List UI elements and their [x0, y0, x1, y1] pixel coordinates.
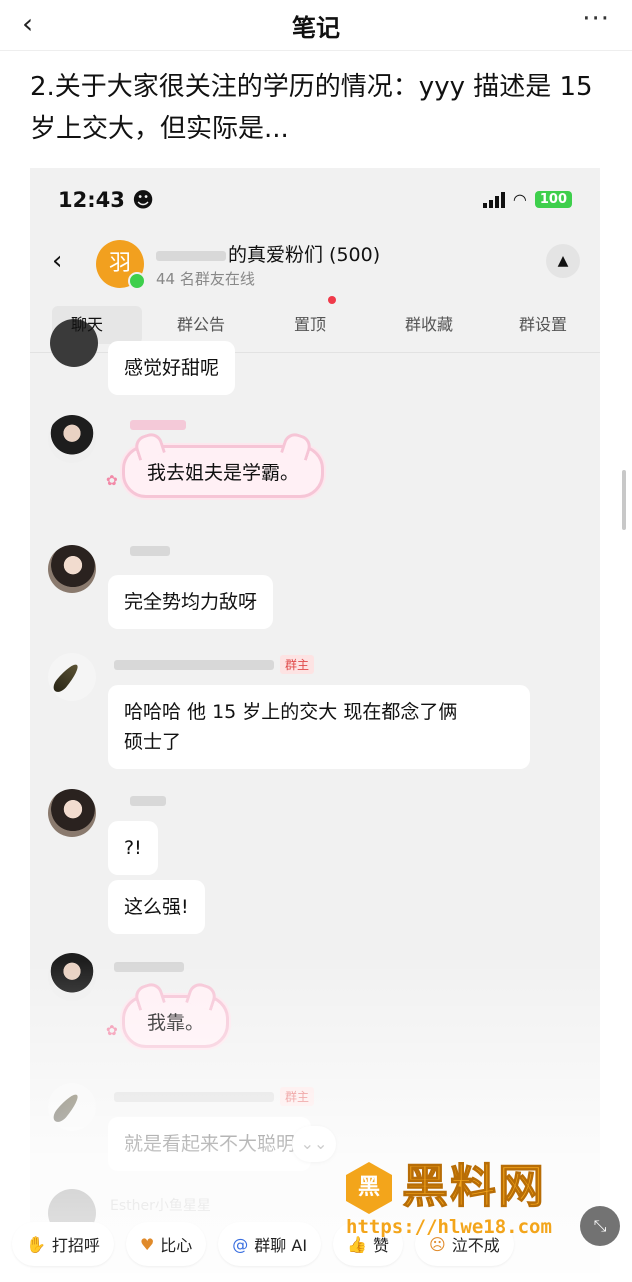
page-scrollbar[interactable] — [622, 470, 626, 530]
unread-dot-icon — [328, 296, 336, 304]
message-bubble[interactable]: 完全势均力敌呀 — [108, 575, 274, 629]
sender-name — [126, 543, 170, 558]
admin-badge: 群主 — [280, 1087, 315, 1106]
note-text: 2.关于大家很关注的学历的情况：yyy 描述是 15 岁上交大，但实际是... — [30, 72, 593, 144]
sticker-message[interactable]: 我靠。 — [122, 995, 230, 1048]
wave-icon: ✋ — [26, 1234, 46, 1254]
watermark-url: https://hlwe18.com — [346, 1216, 552, 1238]
signal-icon — [482, 191, 505, 208]
greet-button[interactable]: ✋ 打招呼 — [12, 1222, 114, 1266]
online-dot-icon — [128, 272, 146, 290]
watermark-brand: 黑料网 — [402, 1159, 546, 1214]
battery-icon: 100 — [534, 191, 572, 208]
status-icons: ◠ 100 — [482, 190, 572, 209]
group-header: ‹ 羽 的真爱粉们 (500) 44 名群友在线 ▲ — [30, 230, 600, 300]
message-bubble[interactable]: 哈哈哈 他 15 岁上的交大 现在都念了俩 硕士了 — [108, 685, 530, 769]
avatar[interactable] — [48, 789, 96, 837]
top-bar: ‹ 笔记 ··· — [0, 0, 632, 51]
sender-name: 群主 — [110, 655, 315, 674]
more-icon[interactable]: ··· — [582, 4, 610, 34]
face-icon: ☻ — [132, 188, 155, 212]
message-bubble[interactable]: 这么强! — [108, 880, 205, 934]
avatar[interactable] — [48, 953, 96, 1001]
admin-badge: 群主 — [280, 655, 315, 674]
sticker-message[interactable]: 我去姐夫是学霸。 — [122, 445, 325, 498]
page-title: 笔记 — [292, 14, 340, 42]
at-icon: @ — [232, 1234, 249, 1254]
bow-icon: ✿ — [106, 473, 118, 489]
status-time: 12:43 ☻ — [58, 188, 155, 212]
sender-name: 群主 — [110, 1087, 315, 1106]
tab-favorites[interactable]: 群收藏 — [372, 300, 486, 352]
group-online-count: 44 名群友在线 — [156, 270, 255, 288]
heart-hand-icon: ♥ — [139, 1234, 155, 1254]
embedded-screenshot: 12:43 ☻ ◠ 100 ‹ 羽 的真爱粉们 (500) 44 名群友在线 ▲… — [30, 168, 600, 1280]
group-back-icon[interactable]: ‹ — [52, 246, 62, 276]
avatar[interactable] — [48, 653, 96, 701]
group-name: 的真爱粉们 (500) — [156, 240, 380, 267]
avatar[interactable] — [48, 415, 96, 463]
message-bubble[interactable]: 感觉好甜呢 — [108, 341, 236, 395]
watermark: 黑 黑料网 https://hlwe18.com — [346, 1158, 606, 1242]
wifi-icon: ◠ — [512, 190, 527, 209]
status-bar: 12:43 ☻ ◠ 100 — [30, 168, 600, 230]
expand-icon[interactable]: ⤡ — [580, 1206, 620, 1246]
tab-settings[interactable]: 群设置 — [486, 300, 600, 352]
collapse-icon[interactable]: ▲ — [546, 244, 580, 278]
group-avatar[interactable]: 羽 — [96, 240, 146, 290]
scroll-down-icon[interactable]: ⌄⌄ — [292, 1126, 336, 1162]
message-bubble[interactable]: 就是看起来不大聪明 — [108, 1117, 312, 1171]
tab-pinned[interactable]: 置顶 — [258, 296, 372, 352]
avatar[interactable] — [48, 545, 96, 593]
sender-name: Esther小鱼星星 — [110, 1198, 211, 1214]
heart-button[interactable]: ♥ 比心 — [125, 1222, 207, 1266]
sender-name — [110, 959, 184, 974]
sender-name — [126, 793, 166, 808]
feather-icon — [50, 661, 82, 695]
feather-icon — [50, 1091, 82, 1125]
message-bubble[interactable]: ?! — [108, 821, 158, 875]
message-list[interactable]: 感觉好甜呢 我去姐夫是学霸。 ✿ 完全势均力敌呀 群主 哈哈哈 他 15 岁上的… — [30, 319, 600, 1237]
avatar[interactable] — [48, 1083, 96, 1131]
bow-icon: ✿ — [106, 1023, 118, 1039]
watermark-logo-icon: 黑 — [346, 1162, 392, 1214]
sender-name — [126, 417, 186, 432]
group-ai-button[interactable]: @ 群聊 AI — [218, 1222, 322, 1266]
